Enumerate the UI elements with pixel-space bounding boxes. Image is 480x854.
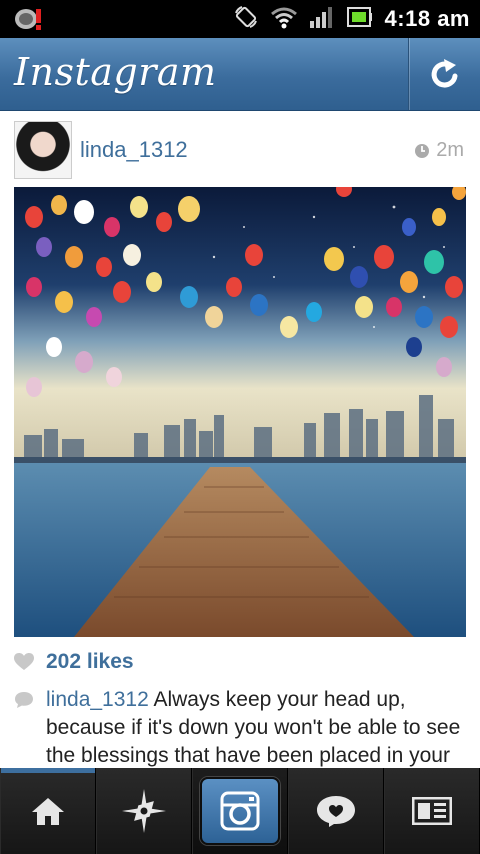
post-header: linda_1312 2m	[0, 111, 480, 187]
caption-row: linda_1312 Always keep your head up, bec…	[14, 686, 466, 770]
refresh-icon	[431, 59, 457, 88]
caption-text: linda_1312 Always keep your head up, bec…	[46, 686, 466, 770]
tab-camera[interactable]	[192, 768, 288, 854]
camera-icon	[220, 791, 260, 831]
avatar[interactable]	[14, 121, 72, 179]
caption-username[interactable]: linda_1312	[46, 688, 149, 711]
news-icon	[317, 796, 355, 827]
notification-alert-icon	[14, 7, 44, 31]
status-bar: 4:18 am	[0, 0, 480, 38]
app-logo: Instagram	[14, 50, 217, 94]
battery-icon	[346, 6, 373, 33]
status-time: 4:18 am	[384, 6, 470, 31]
clock-icon	[415, 143, 430, 158]
likes-count[interactable]: 202 likes	[46, 650, 134, 674]
tab-news[interactable]	[288, 768, 384, 854]
comment-icon	[15, 692, 33, 708]
tab-home[interactable]	[0, 768, 96, 854]
post-username[interactable]: linda_1312	[80, 137, 188, 163]
app-header: Instagram	[0, 38, 480, 111]
post-photo[interactable]	[14, 187, 466, 637]
heart-icon[interactable]	[14, 653, 34, 671]
signal-icon	[309, 5, 335, 34]
camera-button[interactable]	[200, 777, 280, 845]
post-time: 2m	[414, 139, 464, 162]
tab-explore[interactable]	[96, 768, 192, 854]
post-time-label: 2m	[436, 139, 464, 161]
tab-profile[interactable]	[384, 768, 480, 854]
home-icon	[32, 798, 64, 825]
explore-icon	[122, 789, 166, 833]
profile-icon	[412, 797, 452, 825]
screen-rotate-icon	[233, 4, 259, 35]
bottom-tab-bar	[0, 768, 480, 854]
wifi-icon	[270, 5, 297, 34]
likes-row: 202 likes	[14, 648, 134, 676]
refresh-button[interactable]	[408, 38, 480, 110]
